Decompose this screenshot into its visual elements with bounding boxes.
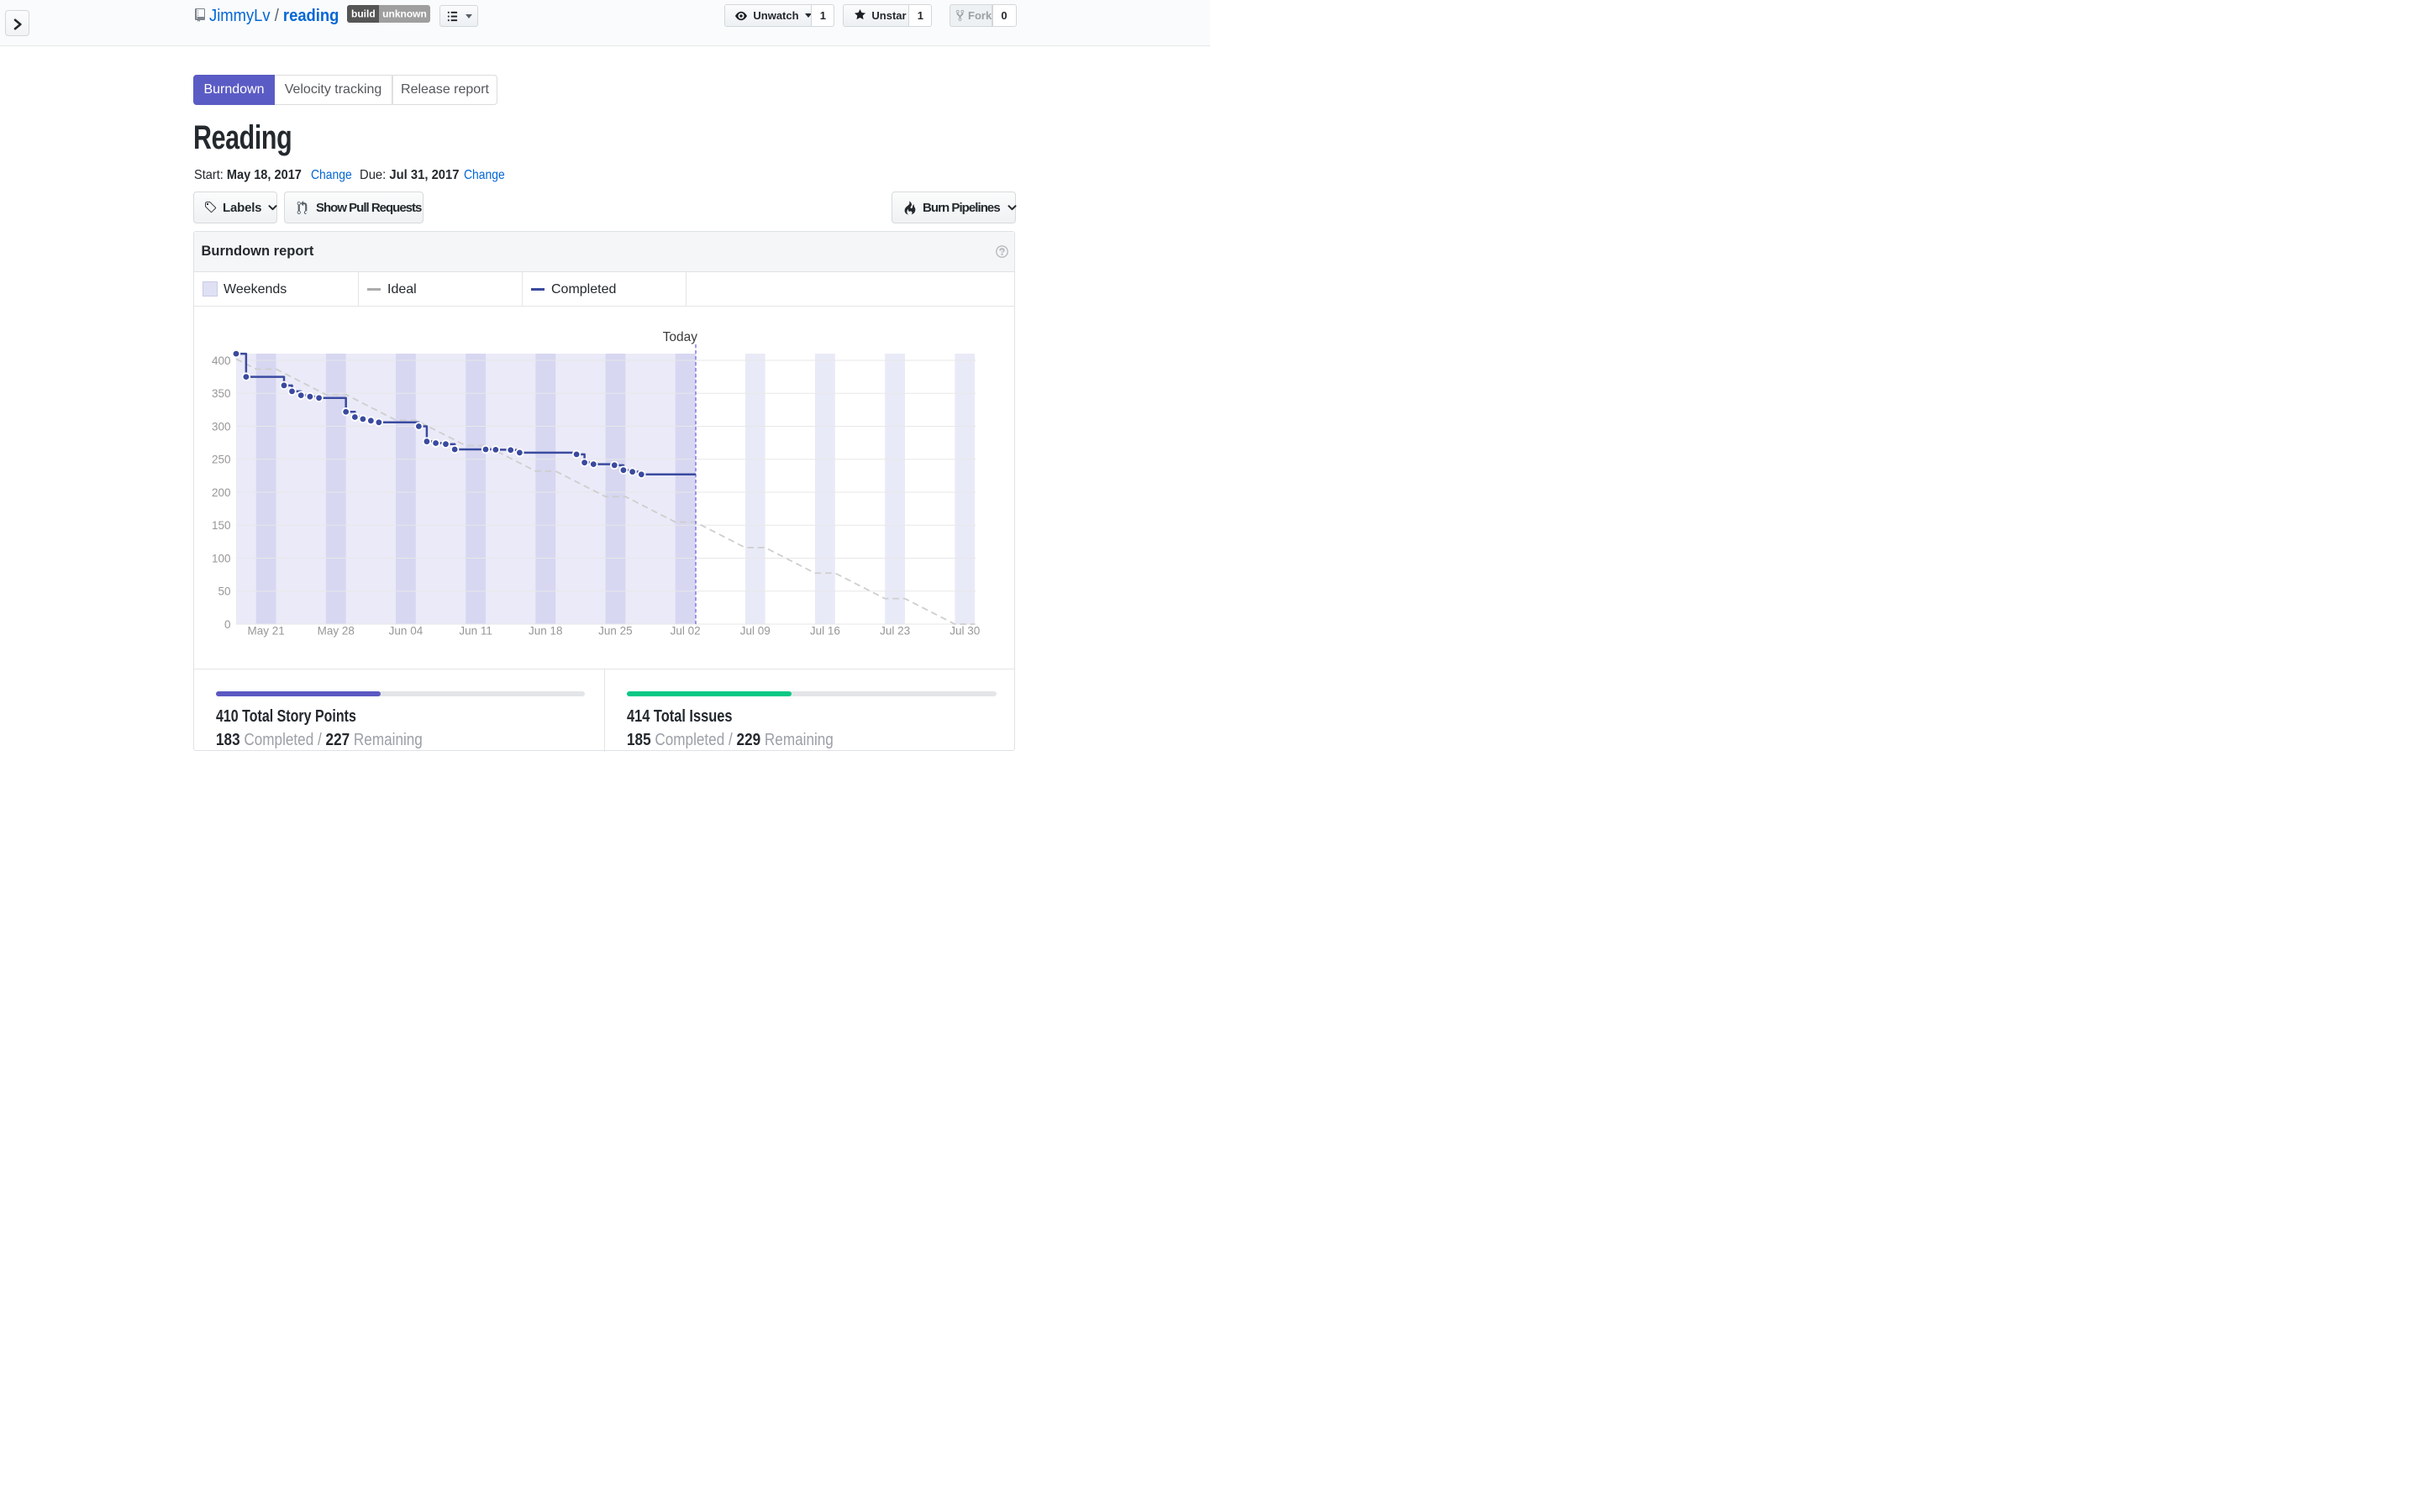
svg-text:May 21: May 21 — [247, 625, 284, 638]
svg-text:200: 200 — [211, 486, 230, 499]
svg-text:300: 300 — [211, 420, 230, 433]
svg-text:250: 250 — [211, 454, 230, 466]
svg-text:May 28: May 28 — [317, 625, 354, 638]
svg-text:350: 350 — [211, 387, 230, 400]
svg-text:Jun 11: Jun 11 — [459, 625, 492, 638]
svg-text:Jul 09: Jul 09 — [739, 625, 770, 638]
svg-text:0: 0 — [224, 618, 230, 631]
svg-text:Jul 23: Jul 23 — [880, 625, 910, 638]
svg-text:Today: Today — [662, 330, 697, 344]
svg-text:50: 50 — [218, 585, 230, 598]
svg-text:150: 150 — [211, 519, 230, 532]
svg-text:Jul 16: Jul 16 — [809, 625, 839, 638]
svg-text:Jul 02: Jul 02 — [670, 625, 700, 638]
svg-text:Jun 18: Jun 18 — [529, 625, 563, 638]
svg-text:Jun 04: Jun 04 — [388, 625, 423, 638]
svg-text:400: 400 — [211, 354, 230, 367]
svg-text:100: 100 — [211, 552, 230, 564]
svg-text:Jul 30: Jul 30 — [950, 625, 980, 638]
svg-text:Jun 25: Jun 25 — [598, 625, 633, 638]
